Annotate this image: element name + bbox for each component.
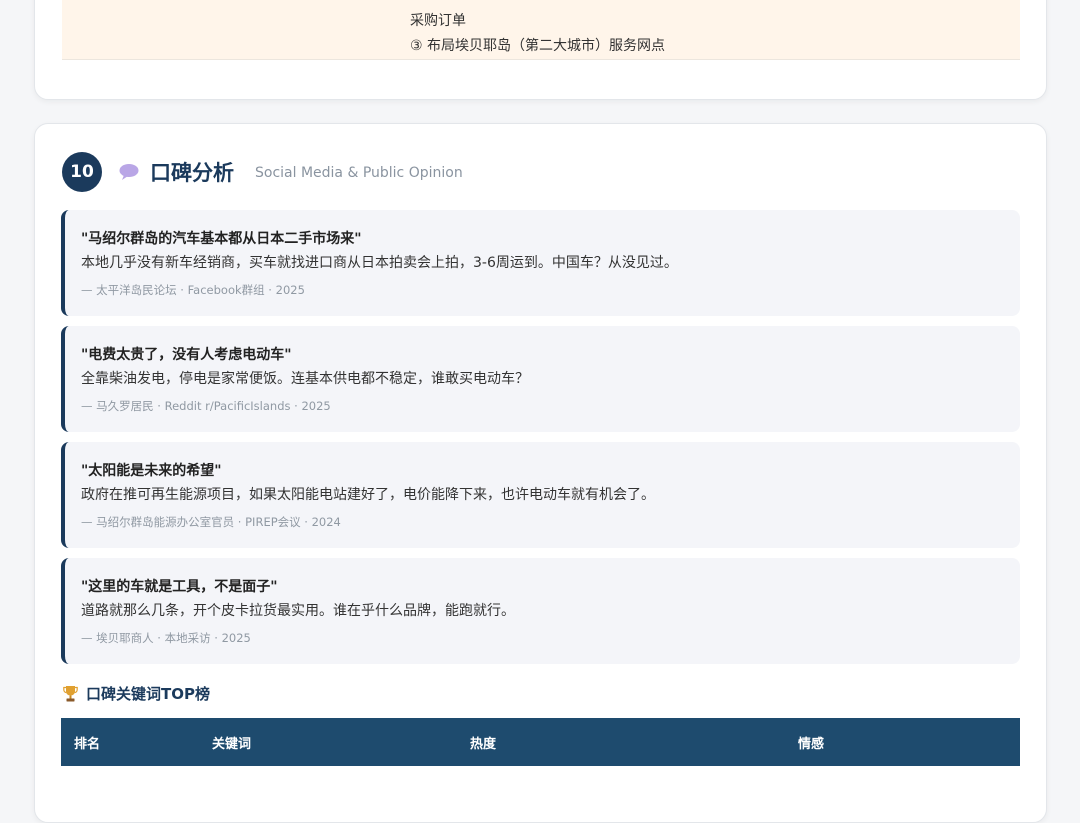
quote-body: 全靠柴油发电，停电是家常便饭。连基本供电都不稳定，谁敢买电动车？ [81,371,529,387]
quote-source: — 太平洋岛民论坛 · Facebook群组 · 2025 [81,283,305,297]
quote-source: — 埃贝耶商人 · 本地采访 · 2025 [81,631,251,645]
ranking-title: 口碑关键词TOP榜 [86,685,210,703]
quote-source: — 马绍尔群岛能源办公室官员 · PIREP会议 · 2024 [81,515,341,529]
speech-bubble-icon [118,162,140,182]
column-header-heat: 热度 [470,737,497,752]
quote-title: "这里的车就是工具，不是面子" [81,579,278,595]
quote-card: "电费太贵了，没有人考虑电动车" 全靠柴油发电，停电是家常便饭。连基本供电都不稳… [61,326,1020,432]
quote-card: "马绍尔群岛的汽车基本都从日本二手市场来" 本地几乎没有新车经销商，买车就找进口… [61,210,1020,316]
quote-card: "这里的车就是工具，不是面子" 道路就那么几条，开个皮卡拉货最实用。谁在乎什么品… [61,558,1020,664]
trophy-icon [63,685,78,702]
section-header: 10 口碑分析 Social Media & Public Opinion [62,152,463,192]
quote-body: 道路就那么几条，开个皮卡拉货最实用。谁在乎什么品牌，能跑就行。 [81,603,515,619]
section-number-badge: 10 [62,152,102,192]
quote-title: "马绍尔群岛的汽车基本都从日本二手市场来" [81,231,362,247]
order-line-1: 采购订单 [410,13,466,29]
column-header-sentiment: 情感 [798,737,825,752]
quote-source: — 马久罗居民 · Reddit r/PacificIslands · 2025 [81,399,331,413]
quote-title: "太阳能是未来的希望" [81,463,222,479]
order-highlight-box: 采购订单 ③ 布局埃贝耶岛（第二大城市）服务网点 [62,0,1020,60]
ranking-table-header: 排名 关键词 热度 情感 [61,718,1020,766]
ranking-header: 口碑关键词TOP榜 [63,683,210,704]
section-subtitle: Social Media & Public Opinion [255,165,463,181]
quote-body: 本地几乎没有新车经销商，买车就找进口商从日本拍卖会上拍，3-6周运到。中国车？从… [81,255,678,271]
quote-title: "电费太贵了，没有人考虑电动车" [81,347,292,363]
quote-body: 政府在推可再生能源项目，如果太阳能电站建好了，电价能降下来，也许电动车就有机会了… [81,487,655,503]
quote-card: "太阳能是未来的希望" 政府在推可再生能源项目，如果太阳能电站建好了，电价能降下… [61,442,1020,548]
reputation-section-card: 10 口碑分析 Social Media & Public Opinion "马… [34,123,1047,823]
section-title: 口碑分析 [150,161,234,185]
previous-section-card: 采购订单 ③ 布局埃贝耶岛（第二大城市）服务网点 [34,0,1047,100]
column-header-rank: 排名 [74,737,101,752]
order-line-2: ③ 布局埃贝耶岛（第二大城市）服务网点 [410,38,665,54]
column-header-keyword: 关键词 [212,737,252,752]
